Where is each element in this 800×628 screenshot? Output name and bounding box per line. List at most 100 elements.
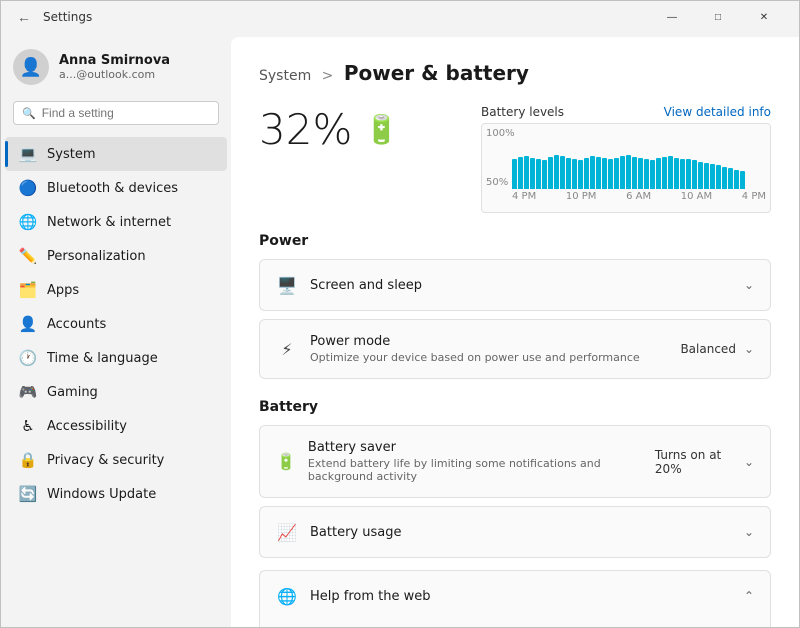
nav-windows-update[interactable]: 🔄 Windows Update xyxy=(5,477,227,511)
x-label-3: 6 AM xyxy=(626,191,651,202)
nav-personalization-label: Personalization xyxy=(47,249,146,264)
minimize-button[interactable]: — xyxy=(649,1,695,33)
power-mode-item[interactable]: ⚡ Power mode Optimize your device based … xyxy=(259,319,771,379)
chart-bar xyxy=(686,159,691,189)
update-icon: 🔄 xyxy=(19,485,37,503)
battery-percent-value: 32% xyxy=(259,105,352,154)
chart-bar xyxy=(578,160,583,189)
battery-usage-icon: 📈 xyxy=(276,521,298,543)
chart-label-50: 50% xyxy=(486,177,515,188)
chart-bar xyxy=(572,159,577,189)
breadcrumb-separator: > xyxy=(322,68,334,84)
chart-bar xyxy=(674,158,679,189)
battery-saver-title: Battery saver xyxy=(308,440,655,455)
nav-system[interactable]: 💻 System xyxy=(5,137,227,171)
avatar: 👤 xyxy=(13,49,49,85)
back-button[interactable]: ← xyxy=(13,5,35,29)
breadcrumb: System > Power & battery xyxy=(259,61,771,85)
chart-bar xyxy=(650,160,655,189)
user-section: 👤 Anna Smirnova a...@outlook.com xyxy=(1,41,231,101)
screen-sleep-title: Screen and sleep xyxy=(310,278,422,293)
nav-time-language[interactable]: 🕐 Time & language xyxy=(5,341,227,375)
nav-bluetooth-label: Bluetooth & devices xyxy=(47,181,178,196)
chart-bar xyxy=(536,159,541,189)
titlebar-left: ← Settings xyxy=(13,5,92,29)
nav-bluetooth[interactable]: 🔵 Bluetooth & devices xyxy=(5,171,227,205)
battery-levels-header: Battery levels View detailed info xyxy=(481,105,771,119)
close-button[interactable]: ✕ xyxy=(741,1,787,33)
system-icon: 💻 xyxy=(19,145,37,163)
battery-icon: 🔋 xyxy=(364,113,399,146)
nav-privacy-label: Privacy & security xyxy=(47,453,164,468)
chart-bar xyxy=(656,158,661,189)
chart-bar xyxy=(692,160,697,189)
chart-bar xyxy=(530,158,535,189)
power-mode-title: Power mode xyxy=(310,334,640,349)
battery-usage-text: Battery usage xyxy=(310,525,401,540)
nav-accessibility-label: Accessibility xyxy=(47,419,127,434)
power-mode-icon: ⚡ xyxy=(276,338,298,360)
nav-personalization[interactable]: ✏️ Personalization xyxy=(5,239,227,273)
help-header[interactable]: 🌐 Help from the web ⌃ xyxy=(259,570,771,621)
chart-bar xyxy=(602,158,607,189)
power-mode-left: ⚡ Power mode Optimize your device based … xyxy=(276,334,640,364)
help-left: 🌐 Help from the web xyxy=(276,585,431,607)
gaming-icon: 🎮 xyxy=(19,383,37,401)
personalization-icon: ✏️ xyxy=(19,247,37,265)
chart-label-100: 100% xyxy=(486,128,515,139)
time-icon: 🕐 xyxy=(19,349,37,367)
battery-saver-subtitle: Extend battery life by limiting some not… xyxy=(308,457,655,483)
nav-apps-label: Apps xyxy=(47,283,79,298)
help-right: ⌃ xyxy=(744,589,754,603)
battery-chart-section: Battery levels View detailed info 100% 5… xyxy=(481,105,771,213)
power-mode-subtitle: Optimize your device based on power use … xyxy=(310,351,640,364)
nav-time-label: Time & language xyxy=(47,351,158,366)
battery-saver-left: 🔋 Battery saver Extend battery life by l… xyxy=(276,440,655,483)
chart-bar xyxy=(542,160,547,189)
titlebar-controls: — □ ✕ xyxy=(649,1,787,33)
battery-usage-right: ⌄ xyxy=(744,525,754,539)
nav-update-label: Windows Update xyxy=(47,487,156,502)
titlebar-title: Settings xyxy=(43,10,92,24)
battery-levels-title: Battery levels xyxy=(481,105,564,119)
nav-privacy-security[interactable]: 🔒 Privacy & security xyxy=(5,443,227,477)
chart-bar xyxy=(560,156,565,189)
battery-saver-item[interactable]: 🔋 Battery saver Extend battery life by l… xyxy=(259,425,771,498)
power-section-title: Power xyxy=(259,233,771,249)
chart-x-labels: 4 PM 10 PM 6 AM 10 AM 4 PM xyxy=(482,189,770,202)
power-mode-value: Balanced xyxy=(680,342,735,356)
chart-bar xyxy=(596,157,601,189)
chart-bar xyxy=(524,156,529,189)
chart-bar xyxy=(608,159,613,189)
chart-bar xyxy=(590,156,595,189)
view-detailed-link[interactable]: View detailed info xyxy=(664,105,771,119)
search-box[interactable]: 🔍 xyxy=(13,101,219,125)
changing-power-mode-link[interactable]: Changing power mode xyxy=(310,625,446,627)
chart-bar xyxy=(548,157,553,189)
help-title: Help from the web xyxy=(310,589,431,604)
nav-network[interactable]: 🌐 Network & internet xyxy=(5,205,227,239)
battery-saver-icon: 🔋 xyxy=(276,451,296,473)
nav-apps[interactable]: 🗂️ Apps xyxy=(5,273,227,307)
battery-usage-chevron: ⌄ xyxy=(744,525,754,539)
nav-gaming[interactable]: 🎮 Gaming xyxy=(5,375,227,409)
x-label-5: 4 PM xyxy=(742,191,766,202)
battery-percent-display: 32% 🔋 xyxy=(259,105,399,154)
nav-accessibility[interactable]: ♿ Accessibility xyxy=(5,409,227,443)
battery-saver-chevron: ⌄ xyxy=(744,455,754,469)
battery-usage-item[interactable]: 📈 Battery usage ⌄ xyxy=(259,506,771,558)
battery-section-title: Battery xyxy=(259,399,771,415)
chart-bar xyxy=(728,168,733,189)
chart-bar xyxy=(620,156,625,189)
screen-sleep-item[interactable]: 🖥️ Screen and sleep ⌄ xyxy=(259,259,771,311)
maximize-button[interactable]: □ xyxy=(695,1,741,33)
chart-bar xyxy=(722,167,727,189)
chart-bar xyxy=(734,170,739,189)
screen-sleep-chevron: ⌄ xyxy=(744,278,754,292)
avatar-icon: 👤 xyxy=(20,57,42,78)
chart-bars xyxy=(482,124,770,189)
search-input[interactable] xyxy=(42,106,210,120)
nav-accounts[interactable]: 👤 Accounts xyxy=(5,307,227,341)
nav-gaming-label: Gaming xyxy=(47,385,98,400)
battery-saver-value: Turns on at 20% xyxy=(655,448,736,476)
